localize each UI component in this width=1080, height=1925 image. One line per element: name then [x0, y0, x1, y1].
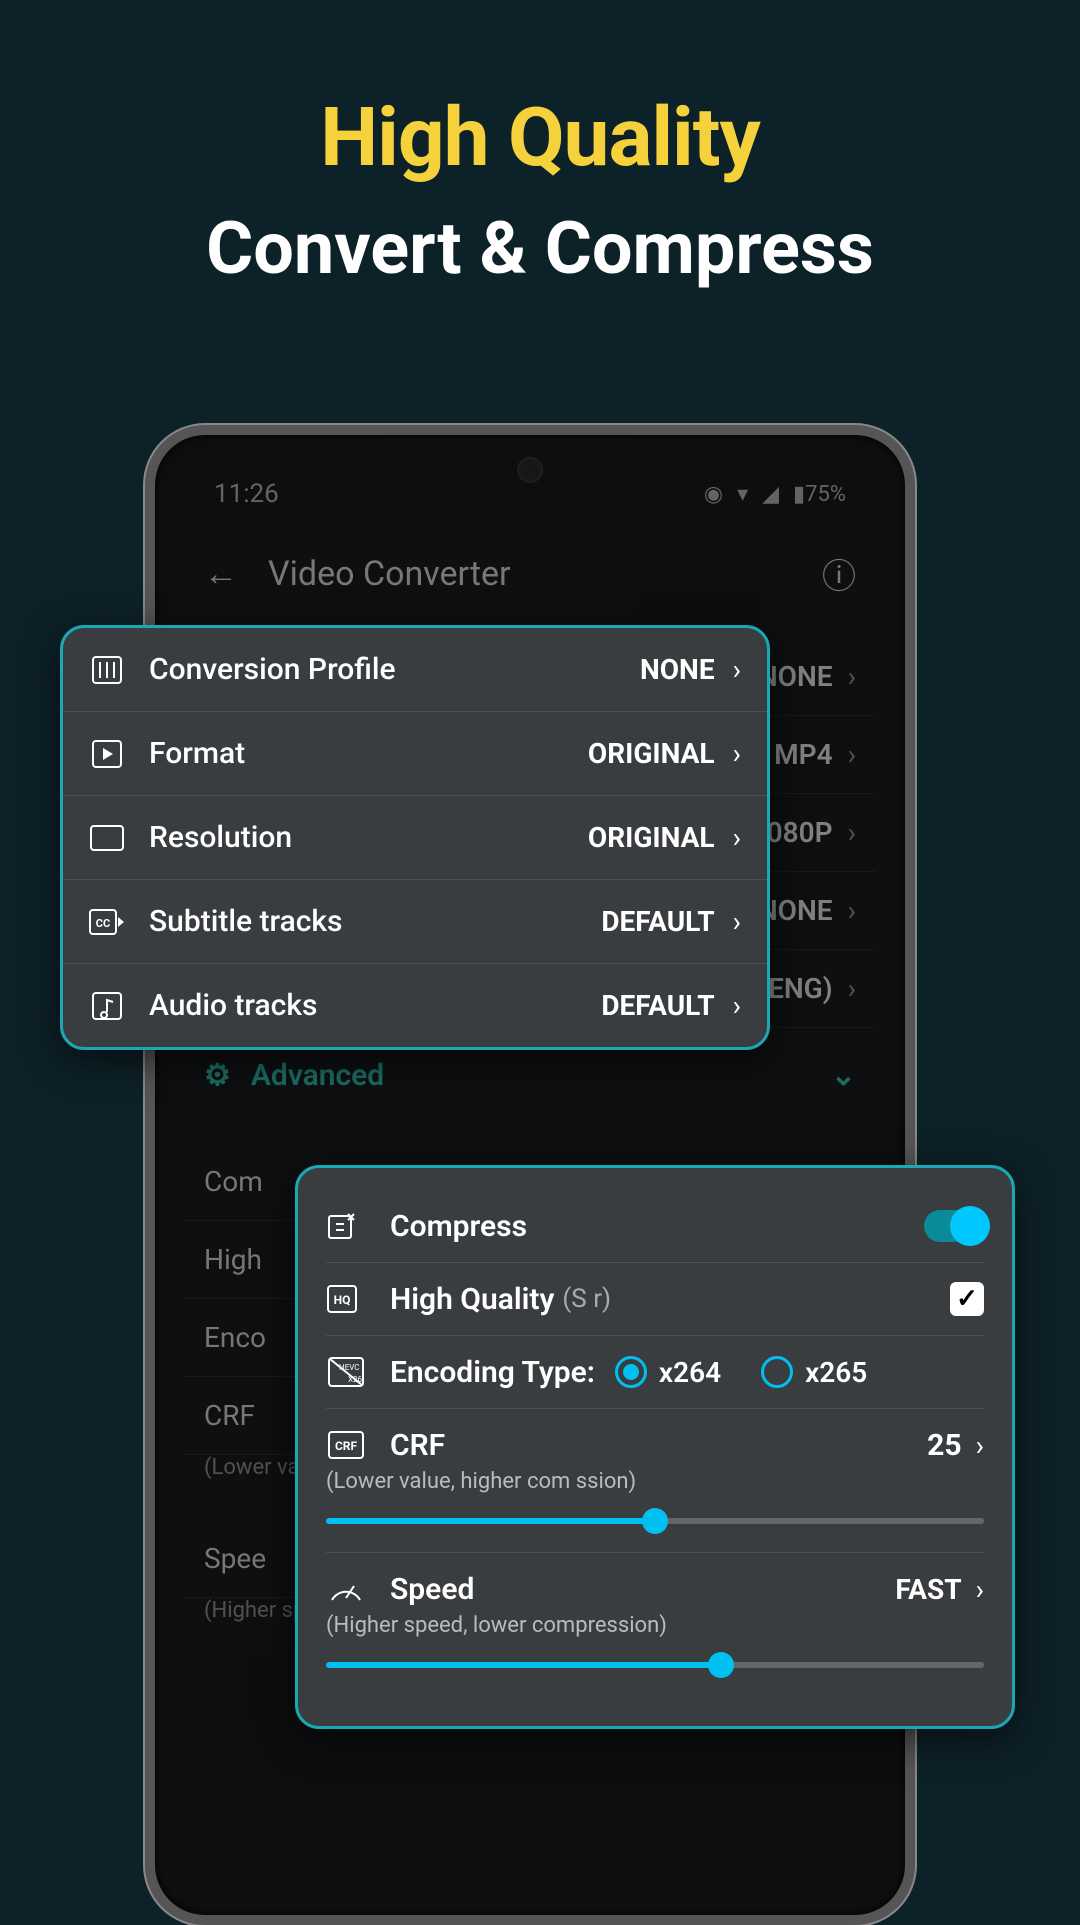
crf-slider[interactable]	[326, 1518, 984, 1524]
chevron-right-icon: ›	[733, 989, 741, 1022]
radio-x264[interactable]: x264	[615, 1356, 721, 1389]
status-time: 11:26	[214, 479, 279, 509]
app-title: Video Converter	[268, 554, 511, 594]
speed-slider[interactable]	[326, 1662, 984, 1668]
high-quality-row: HQ High Quality (S r) ✓	[326, 1263, 984, 1336]
cc-icon: CC	[89, 906, 125, 938]
row-label: Format	[149, 736, 245, 771]
speed-value: FAST	[895, 1573, 961, 1606]
help-icon[interactable]: ⓘ	[822, 549, 856, 598]
crf-value: 25	[927, 1428, 961, 1463]
chevron-right-icon[interactable]: ›	[976, 1429, 984, 1462]
speed-icon	[326, 1571, 366, 1607]
vibrate-icon: ◉	[704, 482, 723, 507]
chevron-right-icon[interactable]: ›	[976, 1573, 984, 1606]
crf-note: (Lower value, higher com ssion)	[326, 1469, 984, 1494]
row-hint: (S r)	[562, 1284, 611, 1314]
compress-settings-panel: Compress HQ High Quality (S r) ✓ HEVC X26…	[295, 1165, 1015, 1729]
hero: High Quality Convert & Compress	[0, 0, 1080, 291]
status-icons: ◉ ▾ ◢ ▮75%	[704, 482, 846, 507]
back-icon[interactable]: ←	[204, 554, 238, 594]
row-label: Compress	[390, 1209, 527, 1244]
battery-icon: ▮75%	[793, 482, 846, 507]
svg-text:CC: CC	[96, 917, 110, 930]
codec-icon: HEVC X264	[326, 1354, 366, 1390]
subtitle-tracks-row[interactable]: CC Subtitle tracks DEFAULT ›	[63, 880, 767, 964]
audio-tracks-row[interactable]: Audio tracks DEFAULT ›	[63, 964, 767, 1047]
compress-toggle[interactable]	[924, 1210, 984, 1242]
radio-icon	[761, 1356, 793, 1388]
svg-text:HEVC: HEVC	[339, 1363, 360, 1372]
compress-icon	[326, 1208, 366, 1244]
row-value: NONE	[640, 653, 715, 686]
chevron-right-icon: ›	[733, 653, 741, 686]
row-label: Speed	[390, 1572, 474, 1607]
gear-icon: ⚙	[204, 1058, 231, 1093]
signal-icon: ◢	[762, 482, 779, 507]
row-value: DEFAULT	[601, 905, 714, 938]
play-file-icon	[89, 738, 125, 770]
radio-icon	[615, 1356, 647, 1388]
music-note-icon	[89, 990, 125, 1022]
svg-text:HQ: HQ	[334, 1293, 351, 1307]
crf-row: CRF CRF 25 › (Lower value, higher com ss…	[326, 1409, 984, 1553]
row-value: DEFAULT	[601, 989, 714, 1022]
row-value: ORIGINAL	[588, 737, 715, 770]
chevron-down-icon: ⌄	[831, 1058, 856, 1093]
hero-subtitle: Convert & Compress	[0, 206, 1080, 291]
high-quality-checkbox[interactable]: ✓	[950, 1282, 984, 1316]
hq-icon: HQ	[326, 1281, 366, 1317]
radio-x265[interactable]: x265	[761, 1356, 867, 1389]
screen-icon	[89, 822, 125, 854]
row-value: ORIGINAL	[588, 821, 715, 854]
sliders-icon	[89, 654, 125, 686]
format-row[interactable]: Format ORIGINAL ›	[63, 712, 767, 796]
conversion-settings-panel: Conversion Profile NONE › Format ORIGINA…	[60, 625, 770, 1050]
radio-label: x264	[659, 1356, 721, 1389]
encoding-type-row: HEVC X264 Encoding Type: x264 x265	[326, 1336, 984, 1409]
speed-row: Speed FAST › (Higher speed, lower compre…	[326, 1553, 984, 1696]
radio-label: x265	[805, 1356, 867, 1389]
conversion-profile-row[interactable]: Conversion Profile NONE ›	[63, 628, 767, 712]
compress-row: Compress	[326, 1190, 984, 1263]
chevron-right-icon: ›	[733, 905, 741, 938]
svg-text:X264: X264	[348, 1375, 364, 1384]
row-label: High Quality	[390, 1282, 554, 1317]
status-bar: 11:26 ◉ ▾ ◢ ▮75%	[184, 469, 876, 529]
resolution-row[interactable]: Resolution ORIGINAL ›	[63, 796, 767, 880]
row-label: CRF	[390, 1428, 445, 1463]
row-label: Audio tracks	[149, 988, 317, 1023]
chevron-right-icon: ›	[733, 821, 741, 854]
row-label: Subtitle tracks	[149, 904, 343, 939]
hero-title: High Quality	[0, 90, 1080, 186]
wifi-icon: ▾	[737, 482, 748, 507]
encoding-radio-group: x264 x265	[615, 1356, 867, 1389]
svg-text:CRF: CRF	[335, 1439, 358, 1453]
speed-note: (Higher speed, lower compression)	[326, 1613, 984, 1638]
app-header: ← Video Converter ⓘ	[184, 529, 876, 628]
row-label: Encoding Type:	[390, 1355, 595, 1390]
chevron-right-icon: ›	[733, 737, 741, 770]
crf-icon: CRF	[326, 1427, 366, 1463]
row-label: Resolution	[149, 820, 292, 855]
row-label: Conversion Profile	[149, 652, 396, 687]
advanced-label: Advanced	[251, 1058, 384, 1093]
